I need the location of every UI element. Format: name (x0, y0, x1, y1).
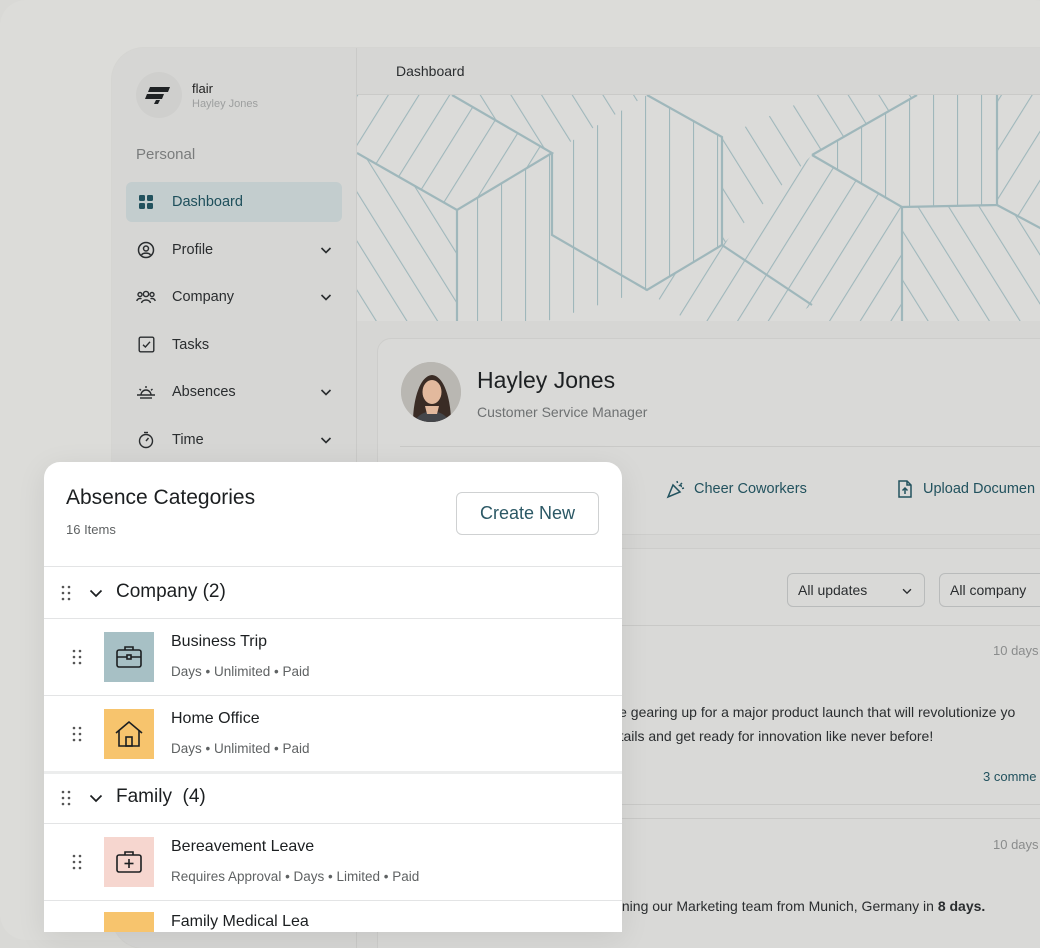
avatar[interactable] (401, 362, 461, 422)
comments-link[interactable]: 3 comme (983, 769, 1036, 784)
brand-user: Hayley Jones (192, 97, 259, 110)
post-timestamp: 10 days (993, 643, 1039, 658)
sidebar-nav: Dashboard Profile Company Tasks Absences… (126, 182, 342, 467)
briefcase-icon (104, 632, 154, 682)
page-title: Dashboard (357, 48, 1040, 95)
chevron-down-icon[interactable] (318, 289, 334, 305)
absence-categories-panel: Absence Categories 16 Items Create New C… (44, 462, 622, 932)
sidebar-item-dashboard[interactable]: Dashboard (126, 182, 342, 222)
list-item[interactable]: Home Office Days • Unlimited • Paid (44, 696, 622, 772)
group-header-family[interactable]: Family (4) (44, 773, 622, 823)
medical-case-icon (104, 837, 154, 887)
drag-handle-icon[interactable] (71, 854, 83, 870)
grid-icon (136, 192, 156, 212)
sidebar-section-title: Personal (136, 146, 196, 163)
post-text-bold: 8 days. (937, 898, 986, 914)
item-meta: Requires Approval • Days • Limited • Pai… (171, 869, 420, 884)
company-filter-value: All company (950, 582, 1027, 598)
cheer-coworkers-button[interactable]: Cheer Coworkers (666, 479, 807, 499)
group-header-company[interactable]: Company (2) (44, 568, 622, 618)
item-title: Home Office (171, 710, 260, 727)
divider (400, 446, 1040, 447)
upload-file-icon (898, 480, 912, 498)
list-item[interactable]: Bereavement Leave Requires Approval • Da… (44, 824, 622, 900)
item-title: Family Medical Lea (171, 913, 309, 930)
sidebar-item-label: Dashboard (172, 194, 243, 210)
people-icon (136, 287, 156, 307)
updates-filter-select[interactable]: All updates (787, 573, 925, 607)
sidebar-item-label: Tasks (172, 336, 210, 353)
brand-name: flair (192, 80, 213, 96)
family-icon (104, 912, 154, 932)
company-filter-select[interactable]: All company (939, 573, 1040, 607)
chevron-down-icon[interactable] (88, 585, 104, 601)
list-item[interactable]: Business Trip Days • Unlimited • Paid (44, 619, 622, 695)
upload-document-label: Upload Documen (923, 481, 1036, 497)
chevron-down-icon[interactable] (318, 242, 334, 258)
post-text-line: e're gearing up for a major product laun… (604, 704, 1016, 720)
sidebar-item-label: Company (172, 289, 235, 305)
post-timestamp: 10 days (993, 837, 1039, 852)
sidebar-item-label: Absences (172, 384, 236, 400)
party-popper-icon (666, 480, 685, 499)
updates-filter-value: All updates (798, 582, 868, 598)
item-title: Bereavement Leave (171, 838, 315, 855)
chevron-down-icon[interactable] (88, 790, 104, 806)
header-banner (357, 95, 1040, 321)
items-count: 16 Items (66, 522, 116, 537)
drag-handle-icon[interactable] (60, 790, 72, 806)
sidebar-item-time[interactable]: Time (126, 420, 342, 460)
panel-title: Absence Categories (66, 486, 256, 509)
profile-name: Hayley Jones (477, 367, 616, 393)
post-text-line: Joining our Marketing team from Munich, … (604, 898, 985, 914)
banner-pattern (357, 95, 1040, 321)
sidebar-item-tasks[interactable]: Tasks (126, 325, 342, 365)
upload-document-button[interactable]: Upload Documen (895, 479, 1035, 499)
sidebar-item-profile[interactable]: Profile (126, 230, 342, 270)
stopwatch-icon (136, 430, 156, 450)
drag-handle-icon[interactable] (71, 649, 83, 665)
drag-handle-icon[interactable] (60, 585, 72, 601)
brand[interactable]: flair Hayley Jones (136, 72, 258, 118)
chevron-down-icon (902, 588, 912, 595)
item-meta: Days • Unlimited • Paid (171, 664, 310, 679)
flair-logo-icon (136, 72, 182, 118)
checkbox-icon (136, 335, 156, 355)
sidebar-item-company[interactable]: Company (126, 277, 342, 317)
user-circle-icon (136, 240, 156, 260)
post-text: Joining our Marketing team from Munich, … (604, 898, 938, 914)
divider (44, 566, 622, 567)
sidebar-item-label: Time (172, 431, 204, 448)
item-title: Business Trip (171, 633, 268, 650)
chevron-down-icon[interactable] (318, 384, 334, 400)
sidebar-item-absences[interactable]: Absences (126, 372, 342, 412)
sunrise-icon (136, 382, 156, 402)
profile-role: Customer Service Manager (477, 404, 648, 420)
chevron-down-icon[interactable] (318, 432, 334, 448)
create-new-button[interactable]: Create New (456, 492, 599, 535)
house-icon (104, 709, 154, 759)
post-text-line: details and get ready for innovation lik… (604, 728, 934, 744)
item-meta: Days • Unlimited • Paid (171, 741, 310, 756)
drag-handle-icon[interactable] (71, 726, 83, 742)
group-label: Company (2) (116, 581, 226, 602)
list-item[interactable]: Family Medical Lea (44, 901, 622, 932)
group-label: Family (4) (116, 786, 206, 807)
sidebar-item-label: Profile (172, 241, 214, 258)
cheer-coworkers-label: Cheer Coworkers (694, 481, 807, 497)
